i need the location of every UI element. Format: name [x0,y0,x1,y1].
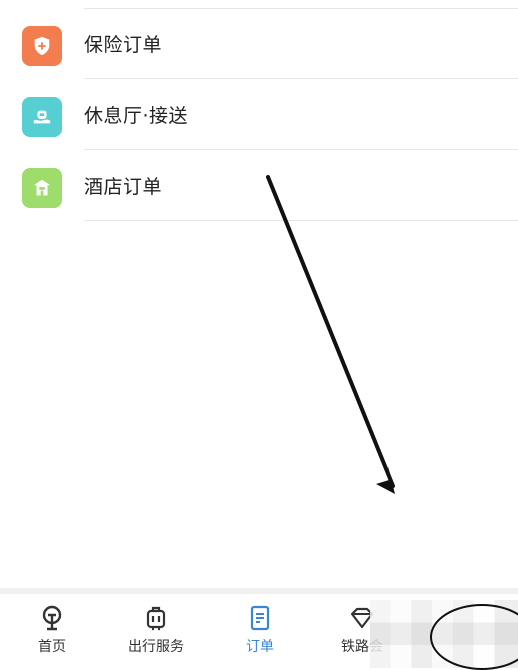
shield-plus-icon [22,26,62,66]
tab-label: 出行服务 [128,639,184,655]
order-row-label: 酒店订单 [84,176,163,198]
tab-label: 首页 [38,639,66,655]
tab-travel-services[interactable]: 出行服务 [116,604,196,656]
tab-orders[interactable]: 订单 [220,604,300,656]
divider [84,220,518,221]
tab-home[interactable]: 首页 [12,604,92,656]
luggage-icon [146,606,166,631]
order-row-lounge-transfer[interactable]: 休息厅·接送 [0,79,518,150]
order-row-hotel[interactable]: 酒店订单 [0,150,518,221]
tab-label: 订单 [246,639,274,655]
order-row-insurance[interactable]: 保险订单 [0,8,518,79]
rail-logo-icon [42,605,62,631]
hotel-icon [22,168,62,208]
order-row-label: 休息厅·接送 [84,105,189,127]
order-row-label: 保险订单 [84,34,163,56]
lounge-icon [22,97,62,137]
order-document-icon [250,605,270,631]
